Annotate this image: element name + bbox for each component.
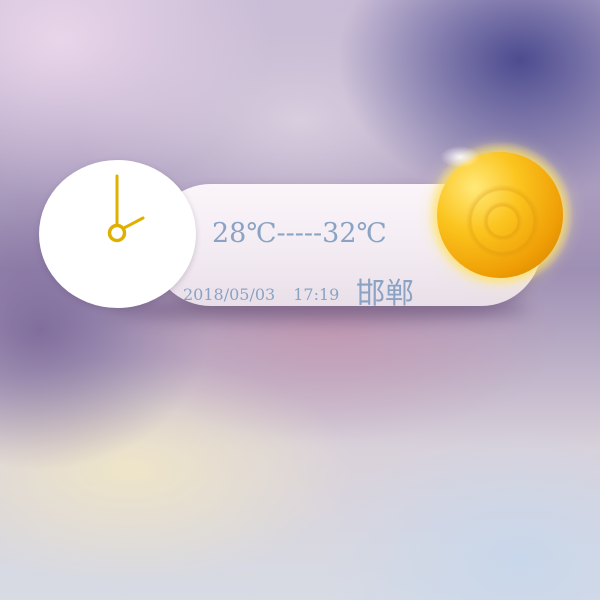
date-time: 2018/05/03 17:19 (183, 285, 339, 304)
date-label: 2018/05/03 (183, 285, 276, 304)
clock-icon (39, 160, 196, 308)
temperature-range: 28℃-----32℃ (212, 218, 387, 249)
city-name: 邯郸 (356, 276, 415, 310)
sun-sparkle (440, 146, 480, 168)
weather-widget: 28℃-----32℃ 2018/05/03 17:19 邯郸 (0, 0, 600, 600)
sun-icon (437, 152, 563, 278)
clock-hands (107, 174, 145, 243)
time-label: 17:19 (293, 285, 340, 304)
clock-center (107, 223, 127, 243)
clock-minute-hand (120, 216, 145, 231)
